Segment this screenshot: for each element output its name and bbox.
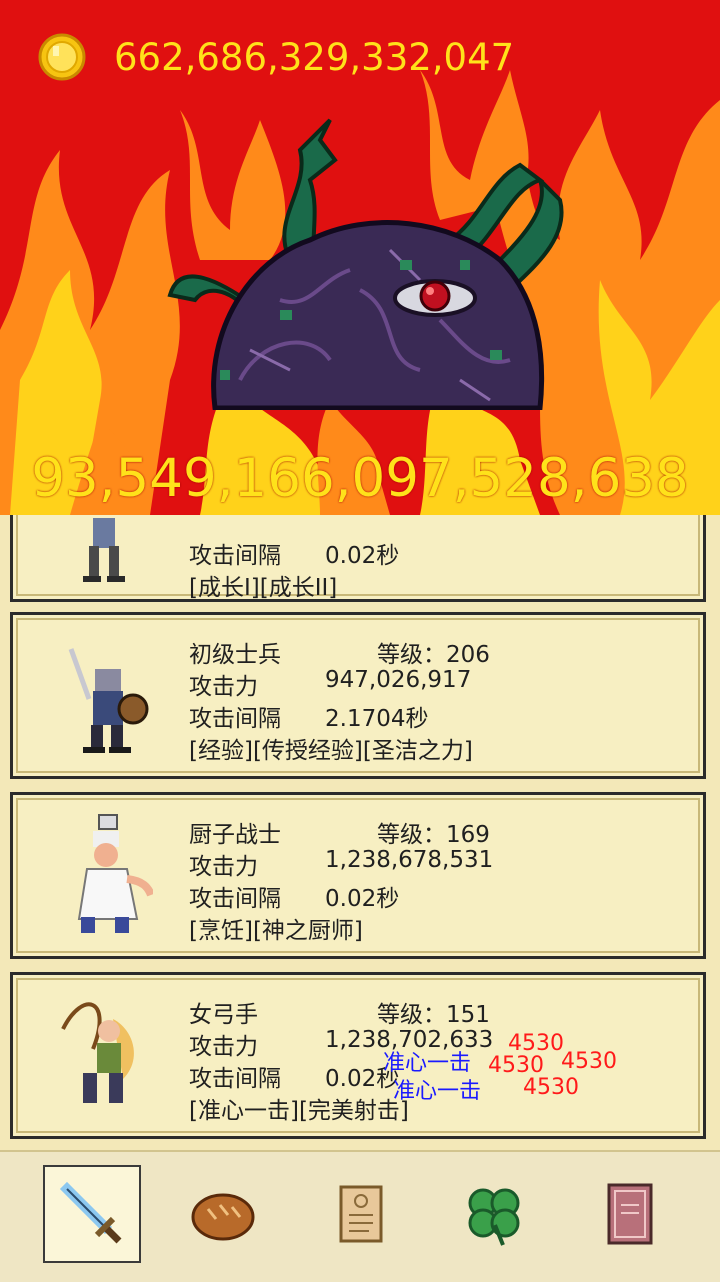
hero-name: 厨子战士 bbox=[189, 822, 281, 848]
hero-card-chef[interactable]: 厨子战士 等级：169 攻击力 1,238,678,531 攻击间隔 0.02秒… bbox=[10, 792, 706, 959]
boss-sprite[interactable] bbox=[160, 110, 580, 410]
hero-name: 初级士兵 bbox=[189, 642, 281, 668]
chef-hero-icon bbox=[77, 814, 153, 933]
gold-amount: 662,686,329,332,047 bbox=[114, 35, 515, 79]
nav-heroes-button[interactable] bbox=[43, 1165, 141, 1263]
hero-level: 等级：169 bbox=[377, 822, 490, 848]
hero-interval: 2.1704秒 bbox=[325, 706, 429, 732]
nav-quest-button[interactable] bbox=[311, 1165, 409, 1263]
soldier-hero-icon bbox=[68, 648, 149, 753]
bandit-hero-icon bbox=[83, 518, 125, 582]
clover-icon bbox=[468, 1188, 520, 1246]
boss-hp: 93,549,166,097,528,638 bbox=[31, 448, 689, 509]
book-icon bbox=[607, 1183, 653, 1245]
hero-level: 等级：206 bbox=[377, 642, 490, 668]
bottom-nav bbox=[0, 1150, 720, 1282]
hero-skills: [烹饪][神之厨师] bbox=[189, 918, 363, 944]
hero-skills: [成长I][成长II] bbox=[189, 575, 338, 601]
hero-interval: 0.02秒 bbox=[325, 543, 400, 569]
hero-attack: 1,238,678,531 bbox=[325, 847, 494, 873]
damage-float: 4530 bbox=[523, 1075, 579, 1100]
gold-counter: 662,686,329,332,047 bbox=[38, 30, 514, 84]
nav-luck-button[interactable] bbox=[445, 1165, 543, 1263]
hero-card-soldier[interactable]: 初级士兵 等级：206 攻击力 947,026,917 攻击间隔 2.1704秒… bbox=[10, 612, 706, 779]
scroll-icon bbox=[339, 1185, 383, 1243]
hero-skills: [经验][传授经验][圣洁之力] bbox=[189, 738, 473, 764]
sword-icon bbox=[59, 1181, 122, 1244]
battle-area[interactable]: 662,686,329,332,047 93,549,166,097,528,6… bbox=[0, 0, 720, 515]
hero-list[interactable]: 攻击间隔 0.02秒 [成长I][成长II] 初级士兵 等级：206 攻击力 9… bbox=[0, 515, 720, 1150]
nav-book-button[interactable] bbox=[581, 1165, 679, 1263]
hero-card-archer[interactable]: 女弓手 等级：151 攻击力 1,238,702,633 攻击间隔 0.02秒 … bbox=[10, 972, 706, 1139]
hero-interval: 0.02秒 bbox=[325, 886, 400, 912]
hero-card-bandit[interactable]: 攻击间隔 0.02秒 [成长I][成长II] bbox=[10, 515, 706, 602]
skill-float: 准心一击 bbox=[393, 1079, 482, 1104]
damage-float: 4530 bbox=[561, 1049, 617, 1074]
hero-attack: 947,026,917 bbox=[325, 667, 472, 693]
hero-name: 女弓手 bbox=[189, 1002, 258, 1028]
archer-hero-icon bbox=[61, 1002, 134, 1103]
nav-food-button[interactable] bbox=[174, 1165, 272, 1263]
bread-icon bbox=[191, 1193, 255, 1241]
hero-skills: [准心一击][完美射击] bbox=[189, 1098, 409, 1124]
gold-coin-icon bbox=[38, 33, 86, 81]
hero-level: 等级：151 bbox=[377, 1002, 490, 1028]
